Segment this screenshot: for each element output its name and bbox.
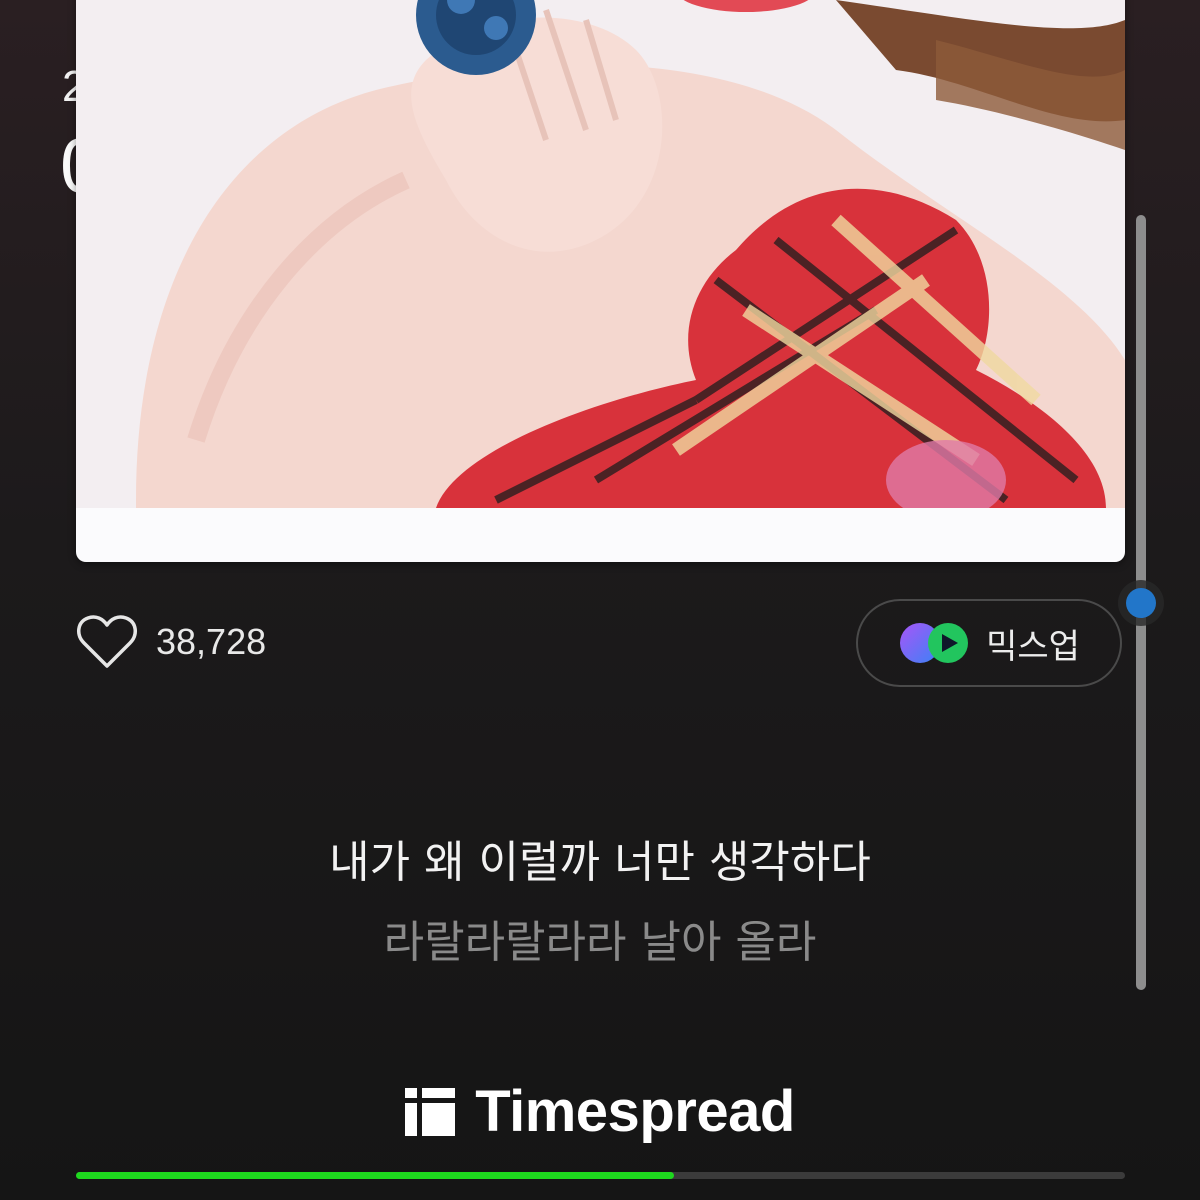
playback-progress-bar[interactable] (76, 1172, 1125, 1179)
progress-fill (76, 1172, 674, 1179)
mixup-label: 믹스업 (986, 626, 1080, 667)
scrollbar-thumb[interactable] (1118, 580, 1164, 626)
like-count: 38,728 (156, 621, 267, 662)
like-group: 38,728 (76, 614, 266, 670)
lyric-current-line: 내가 왜 이럴까 너만 생각하다 (329, 837, 871, 888)
lyric-next-line: 라랄라랄라라 날아 올라 (383, 917, 817, 968)
album-card[interactable] (76, 0, 1125, 562)
brand: Timespread (0, 1078, 1200, 1145)
timespread-logo-icon (405, 1087, 456, 1136)
album-cover-image (76, 0, 1125, 508)
brand-name: Timespread (475, 1079, 795, 1144)
mixup-icon (900, 623, 969, 663)
heart-icon[interactable] (76, 614, 138, 670)
mixup-button[interactable]: 믹스업 (856, 599, 1122, 687)
